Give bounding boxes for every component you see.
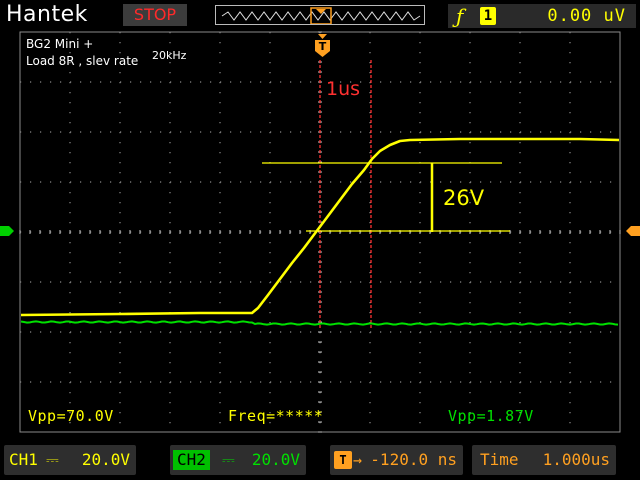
dc-coupling-icon: ⎓ <box>222 450 235 469</box>
trigger-icon: T <box>334 451 352 469</box>
trigger-level-marker-icon[interactable] <box>626 224 640 238</box>
trigger-position-value: -120.0 ns <box>370 450 457 469</box>
ch1-scale-value: 20.0V <box>81 450 130 469</box>
arrow-right-icon: → <box>353 451 363 469</box>
timebase-label: Time <box>480 450 519 469</box>
ch2-scale-value: 20.0V <box>251 450 300 469</box>
amplitude-label: 26V <box>443 186 485 210</box>
ch1-scale-box[interactable]: CH1 ⎓ 20.0V <box>4 445 136 475</box>
timebase-box[interactable]: Time 1.000us <box>472 445 616 475</box>
ch1-ground-marker-icon[interactable] <box>0 224 14 238</box>
ch1-vpp-measurement: Vpp=70.0V <box>28 407 114 425</box>
annotation-load: Load 8R , slev rate <box>26 54 139 68</box>
time-interval-label: 1us <box>326 78 361 100</box>
ch2-label: CH2 <box>173 450 210 470</box>
timebase-value: 1.000us <box>542 450 610 469</box>
ch2-scale-box[interactable]: CH2 ⎓ 20.0V <box>170 445 306 475</box>
annotation-frequency: 20kHz <box>152 49 187 62</box>
dc-coupling-icon: ⎓ <box>46 450 59 469</box>
annotation-device: BG2 Mini + <box>26 37 94 51</box>
trigger-position-marker-icon[interactable]: T <box>314 34 331 58</box>
svg-text:T: T <box>319 40 327 53</box>
trigger-position-box[interactable]: T → -120.0 ns <box>330 445 463 475</box>
frequency-measurement: Freq=***** <box>228 407 324 425</box>
ch1-label: CH1 <box>9 450 38 469</box>
ch2-vpp-measurement: Vpp=1.87V <box>448 407 534 425</box>
